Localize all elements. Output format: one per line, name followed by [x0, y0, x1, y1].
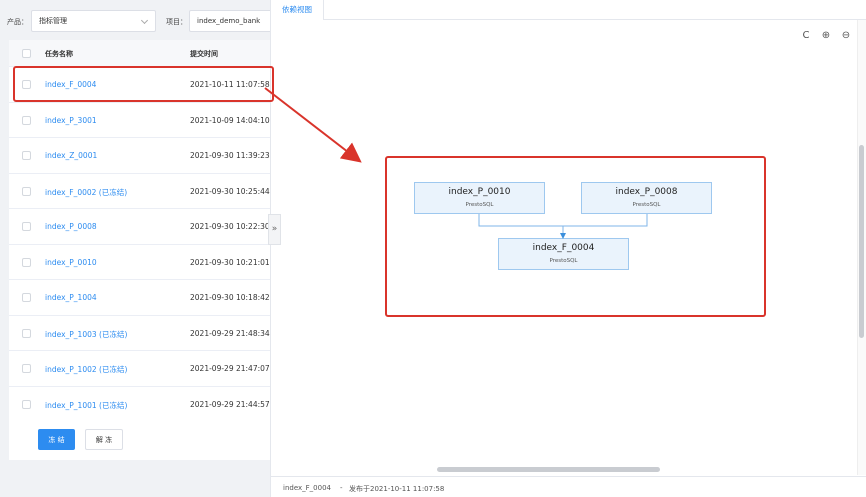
- annotation-arrow: [264, 87, 362, 163]
